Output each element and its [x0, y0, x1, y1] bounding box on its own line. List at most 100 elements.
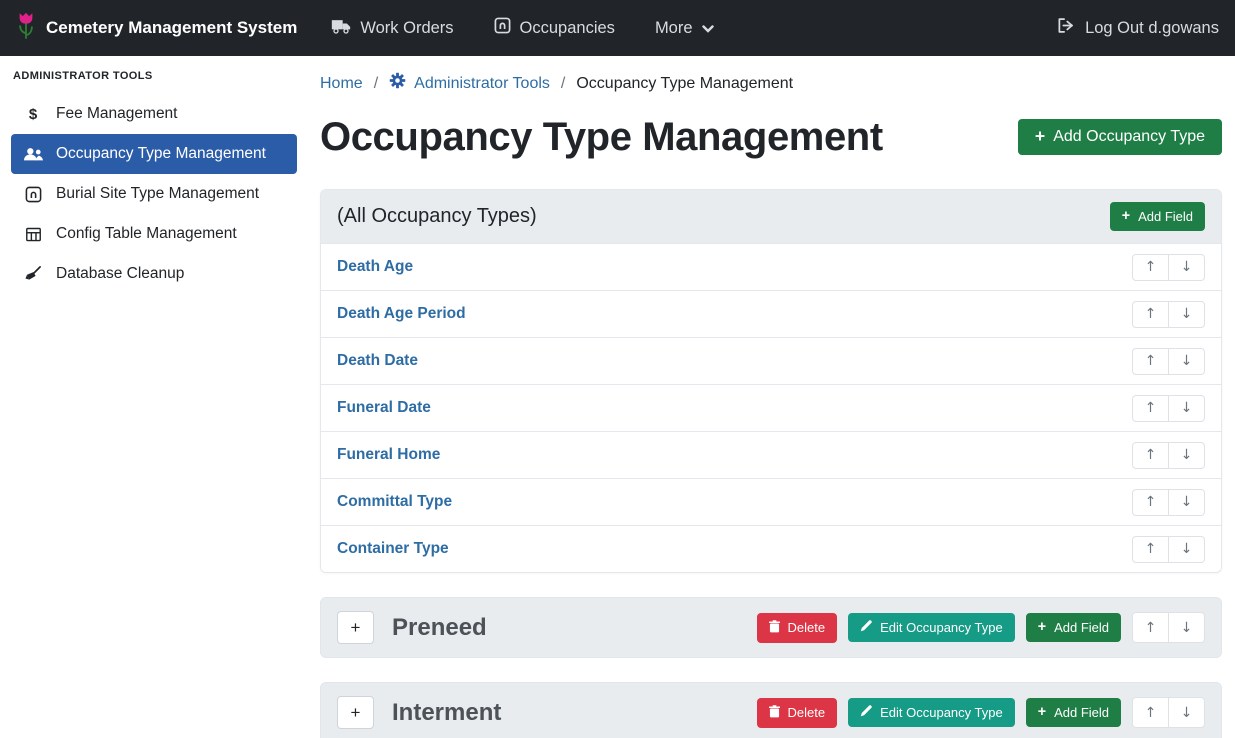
breadcrumb-admin-tools-label: Administrator Tools: [414, 74, 550, 94]
breadcrumb-home-link[interactable]: Home: [320, 74, 363, 94]
move-down-button[interactable]: ↓: [1168, 348, 1205, 375]
field-link[interactable]: Death Date: [337, 352, 418, 370]
plus-icon: +: [1038, 620, 1046, 634]
breadcrumb-admin-tools-link[interactable]: Administrator Tools: [389, 72, 550, 95]
arrow-down-icon: ↓: [1181, 306, 1193, 322]
sidebar-item-burial-site-type-management[interactable]: Burial Site Type Management: [11, 174, 297, 214]
flower-logo-icon: [16, 11, 36, 46]
expand-section-button[interactable]: +: [337, 611, 374, 644]
arrow-up-icon: ↑: [1145, 541, 1157, 557]
plus-icon: +: [351, 618, 361, 638]
section-title: Preneed: [392, 614, 757, 642]
move-down-button[interactable]: ↓: [1168, 254, 1205, 281]
gear-icon: [389, 72, 406, 95]
sidebar-item-database-cleanup[interactable]: Database Cleanup: [11, 254, 297, 294]
reorder-buttons: ↑ ↓: [1132, 697, 1205, 728]
field-link[interactable]: Committal Type: [337, 493, 452, 511]
delete-button[interactable]: Delete: [757, 613, 838, 643]
section-actions: Delete Edit Occupancy Type + Add Field ↑: [757, 612, 1205, 643]
arrow-down-icon: ↓: [1181, 447, 1193, 463]
users-icon: [23, 147, 43, 161]
sidebar: ADMINISTRATOR TOOLS $ Fee Management Occ…: [0, 56, 308, 738]
logout-link[interactable]: Log Out d.gowans: [1057, 17, 1219, 39]
add-field-button[interactable]: + Add Field: [1110, 202, 1205, 231]
move-up-button[interactable]: ↑: [1132, 442, 1169, 469]
breadcrumb-separator: /: [561, 74, 565, 94]
move-up-button[interactable]: ↑: [1132, 536, 1169, 563]
move-down-button[interactable]: ↓: [1168, 536, 1205, 563]
field-link[interactable]: Funeral Date: [337, 399, 431, 417]
sidebar-item-config-table-management[interactable]: Config Table Management: [11, 214, 297, 254]
move-down-button[interactable]: ↓: [1168, 301, 1205, 328]
move-up-button[interactable]: ↑: [1132, 612, 1169, 643]
burial-site-icon: [23, 186, 43, 203]
section-actions: Delete Edit Occupancy Type + Add Field ↑: [757, 697, 1205, 728]
add-field-label: Add Field: [1054, 705, 1109, 720]
breadcrumb-separator: /: [374, 74, 378, 94]
add-field-label: Add Field: [1054, 620, 1109, 635]
plus-icon: +: [351, 703, 361, 723]
move-down-button[interactable]: ↓: [1168, 489, 1205, 516]
page-title: Occupancy Type Management: [320, 111, 883, 163]
trash-icon: [769, 620, 780, 636]
reorder-buttons: ↑ ↓: [1132, 301, 1205, 328]
trash-icon: [769, 705, 780, 721]
edit-occupancy-type-button[interactable]: Edit Occupancy Type: [848, 613, 1015, 642]
delete-button[interactable]: Delete: [757, 698, 838, 728]
edit-occupancy-type-button[interactable]: Edit Occupancy Type: [848, 698, 1015, 727]
add-field-button[interactable]: + Add Field: [1026, 613, 1121, 642]
field-link[interactable]: Death Age Period: [337, 305, 466, 323]
arrow-up-icon: ↑: [1145, 400, 1157, 416]
move-down-button[interactable]: ↓: [1168, 395, 1205, 422]
dollar-icon: $: [23, 106, 43, 123]
nav-more[interactable]: More: [655, 19, 714, 38]
nav-work-orders[interactable]: Work Orders: [331, 18, 453, 39]
field-link[interactable]: Container Type: [337, 540, 449, 558]
sidebar-item-label: Burial Site Type Management: [56, 185, 259, 203]
app-brand[interactable]: Cemetery Management System: [16, 11, 297, 46]
sidebar-item-fee-management[interactable]: $ Fee Management: [11, 94, 297, 134]
sidebar-item-label: Config Table Management: [56, 225, 237, 243]
plus-icon: +: [1122, 209, 1130, 223]
nav-work-orders-label: Work Orders: [360, 19, 453, 38]
arrow-up-icon: ↑: [1145, 306, 1157, 322]
move-down-button[interactable]: ↓: [1168, 697, 1205, 728]
move-up-button[interactable]: ↑: [1132, 301, 1169, 328]
sidebar-item-label: Fee Management: [56, 105, 178, 123]
occupancy-type-section: + Interment Delete: [320, 682, 1222, 738]
move-up-button[interactable]: ↑: [1132, 254, 1169, 281]
reorder-buttons: ↑ ↓: [1132, 489, 1205, 516]
add-occupancy-type-button[interactable]: + Add Occupancy Type: [1018, 119, 1222, 155]
field-link[interactable]: Funeral Home: [337, 446, 440, 464]
move-down-button[interactable]: ↓: [1168, 442, 1205, 469]
all-occupancy-types-panel: (All Occupancy Types) + Add Field Death …: [320, 189, 1222, 573]
move-up-button[interactable]: ↑: [1132, 395, 1169, 422]
sidebar-item-occupancy-type-management[interactable]: Occupancy Type Management: [11, 134, 297, 174]
move-up-button[interactable]: ↑: [1132, 348, 1169, 375]
reorder-buttons: ↑ ↓: [1132, 254, 1205, 281]
reorder-buttons: ↑ ↓: [1132, 442, 1205, 469]
plus-icon: +: [1035, 128, 1045, 146]
delete-label: Delete: [788, 620, 826, 635]
arrow-down-icon: ↓: [1181, 541, 1193, 557]
arrow-down-icon: ↓: [1181, 400, 1193, 416]
pencil-icon: [860, 620, 872, 635]
panel-title: (All Occupancy Types): [337, 205, 537, 228]
expand-section-button[interactable]: +: [337, 696, 374, 729]
move-up-button[interactable]: ↑: [1132, 489, 1169, 516]
arrow-up-icon: ↑: [1145, 447, 1157, 463]
title-row: Occupancy Type Management + Add Occupanc…: [320, 111, 1222, 163]
edit-occupancy-type-label: Edit Occupancy Type: [880, 705, 1003, 720]
add-field-button[interactable]: + Add Field: [1026, 698, 1121, 727]
arrow-down-icon: ↓: [1181, 259, 1193, 275]
breadcrumb: Home / Administr: [320, 72, 1222, 95]
app-title: Cemetery Management System: [46, 18, 297, 38]
move-up-button[interactable]: ↑: [1132, 697, 1169, 728]
occupancies-icon: [494, 17, 511, 39]
panel-header: (All Occupancy Types) + Add Field: [321, 190, 1221, 243]
arrow-down-icon: ↓: [1181, 494, 1193, 510]
nav-occupancies[interactable]: Occupancies: [494, 17, 615, 39]
plus-icon: +: [1038, 705, 1046, 719]
field-link[interactable]: Death Age: [337, 258, 413, 276]
move-down-button[interactable]: ↓: [1168, 612, 1205, 643]
